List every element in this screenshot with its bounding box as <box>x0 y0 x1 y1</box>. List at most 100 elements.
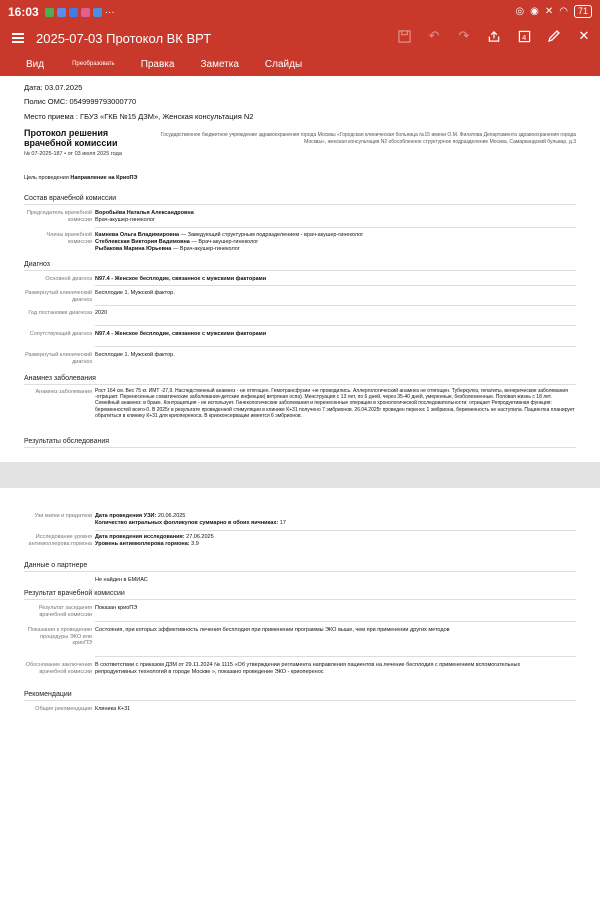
goal-label: Цель проведения <box>24 175 69 181</box>
protocol-number: № 07-2025-187 • от 03 июля 2025 года <box>24 151 122 157</box>
decision-label: Результат заседания врачебной комиссии <box>38 605 92 618</box>
divider <box>95 621 576 622</box>
us-count: Количество антральных фолликулов суммарн… <box>95 520 286 527</box>
goal-value: Направление на КриоПЭ <box>70 175 138 181</box>
pages-icon[interactable]: 4 <box>516 28 532 44</box>
redo-icon[interactable]: ↷ <box>456 28 472 44</box>
amh-label: Исследование уровня антимюллерова гормон… <box>28 534 92 547</box>
member-2-name: Стеблевская Виктория Вадимовна <box>95 239 190 245</box>
section-partner: Данные о партнере <box>24 562 88 569</box>
anamnesis-label: Анамнез заболевания <box>35 389 92 395</box>
status-time: 16:03 <box>8 5 39 19</box>
indications-value: Состояния, при которых эффективность леч… <box>95 627 450 633</box>
status-icons: ◎ ◉ ✕ ◠ 71 <box>515 5 592 18</box>
divider <box>95 227 576 228</box>
protocol-title: Протокол решения врачебной комиссии <box>24 128 118 148</box>
eye-icon: ◉ <box>530 6 539 17</box>
concomitant-value: N97.4 - Женское бесплодие, связанное с м… <box>95 331 267 337</box>
close-icon[interactable]: ✕ <box>576 28 592 44</box>
divider <box>95 305 576 306</box>
chair-name: Воробьёва Наталья Александровна <box>95 210 194 216</box>
partner-value: Не найден в ЕМИАС <box>95 577 148 583</box>
divider <box>24 571 576 572</box>
menu-note[interactable]: Заметка <box>200 59 238 70</box>
notification-icon <box>80 7 90 17</box>
notification-icon <box>68 7 78 17</box>
divider <box>95 346 576 347</box>
year-value: 2020 <box>95 310 108 316</box>
us-count-key: Количество антральных фолликулов суммарн… <box>95 520 279 526</box>
page-break <box>0 462 600 488</box>
members-label: Члены врачебной комиссии <box>46 232 92 245</box>
us-date-value: 20.06.2025 <box>156 513 186 519</box>
main-dx-value: N97.4 - Женское бесплодие, связанное с м… <box>95 276 267 282</box>
menu-convert[interactable]: Преобразовать <box>72 61 115 67</box>
section-recommendations: Рекомендации <box>24 691 72 698</box>
ext-dx-value: Бесплодие 1. Мужской фактор. <box>95 290 175 296</box>
member-2: Стеблевская Виктория Вадимовна — Врач-ак… <box>95 239 258 246</box>
member-1-role: — Заведующий структурным подразделением … <box>179 232 364 238</box>
member-3: Рыбакова Марина Юрьевна — Врач-акушер-ги… <box>95 246 240 253</box>
notification-icon <box>44 7 54 17</box>
justification-label: Обоснование заключения врачебной комисси… <box>25 662 92 675</box>
menu-view[interactable]: Вид <box>26 59 44 70</box>
ext-dx2-label: Развернутый клинический диагноз <box>25 352 92 365</box>
menu-bar: Вид Преобразовать Правка Заметка Слайды <box>0 52 600 76</box>
chair-role: Врач-акушер-гинеколог <box>95 217 155 223</box>
battery-icon: 71 <box>573 5 592 18</box>
save-icon[interactable] <box>396 28 412 44</box>
divider <box>95 325 576 326</box>
doc-date: Дата: 03.07.2025 <box>24 83 83 92</box>
menu-slides[interactable]: Слайды <box>265 59 302 70</box>
recommend-label: Общие рекомендации <box>35 706 92 712</box>
us-count-value: 17 <box>278 520 286 526</box>
recommend-value: Клиника К+31 <box>95 706 131 712</box>
undo-icon[interactable]: ↶ <box>426 28 442 44</box>
menu-icon[interactable] <box>12 31 24 45</box>
chair-label: Председатель врачебной комиссии <box>26 210 92 223</box>
member-3-name: Рыбакова Марина Юрьевна <box>95 246 172 252</box>
more-icon: ··· <box>104 6 115 18</box>
year-label: Год постановки диагноза <box>28 310 92 316</box>
notification-icon <box>92 7 102 17</box>
divider <box>95 530 576 531</box>
status-bar: 16:03 ··· ◎ ◉ ✕ ◠ 71 <box>0 0 600 24</box>
divider <box>24 700 576 701</box>
amh-date-value: 27.06.2025 <box>184 534 214 540</box>
amh-level-value: 3.9 <box>189 541 199 547</box>
decision-value: Показан криоПЭ <box>95 605 138 611</box>
section-commission: Состав врачебной комиссии <box>24 195 117 202</box>
amh-level: Уровень антимюллерова гормона: 3.9 <box>95 541 199 548</box>
anamnesis-text: Рост 164 см. Вес 75 кг. ИМТ -27,9. Насле… <box>95 388 575 419</box>
ext-dx2-value: Бесплодие 1. Мужской фактор. <box>95 352 175 358</box>
document-title: 2025-07-03 Протокол ВК ВРТ <box>36 30 212 46</box>
member-3-role: — Врач-акушер-гинеколог <box>171 246 240 252</box>
main-dx-label: Основной диагноз <box>45 276 92 282</box>
edit-icon[interactable] <box>546 28 562 44</box>
indications-label: Показания к проведению процедуры ЭКО или… <box>27 627 92 646</box>
doc-place: Место приема : ГБУЗ «ГКБ №15 ДЗМ», Женск… <box>24 112 254 121</box>
concomitant-label: Сопутствующий диагноз <box>29 331 92 337</box>
member-1: Камнева Ольга Владимировна — Заведующий … <box>95 232 363 239</box>
us-date: Дата проведения УЗИ: 20.06.2025 <box>95 513 185 520</box>
member-2-role: — Врач-акушер-гинеколог <box>189 239 259 245</box>
menu-edit[interactable]: Правка <box>141 59 175 70</box>
amh-date-key: Дата проведения исследования: <box>95 534 185 540</box>
divider <box>95 285 576 286</box>
divider <box>24 204 576 205</box>
us-label: Узи матки и придатков <box>34 513 92 519</box>
share-icon[interactable] <box>486 28 502 44</box>
section-commission-result: Результат врачебной комиссии <box>24 590 125 597</box>
organization-name: Государственное бюджетное учреждение здр… <box>160 132 576 145</box>
app-toolbar: 2025-07-03 Протокол ВК ВРТ ↶ ↷ 4 ✕ <box>0 24 600 52</box>
ext-dx-label: Развернутый клинический диагноз <box>25 290 92 303</box>
member-1-name: Камнева Ольга Владимировна <box>95 232 180 238</box>
justification-value: В соответствии с приказом ДЗМ от 29.11.2… <box>95 662 521 675</box>
svg-text:4: 4 <box>522 32 526 41</box>
amh-date: Дата проведения исследования: 27.06.2025 <box>95 534 214 541</box>
wifi-icon: ◠ <box>559 6 568 17</box>
us-date-key: Дата проведения УЗИ: <box>95 513 157 519</box>
nfc-icon: ◎ <box>515 6 525 17</box>
doc-policy: Полис ОМС: 0549999793000770 <box>24 97 137 106</box>
divider <box>24 270 576 271</box>
